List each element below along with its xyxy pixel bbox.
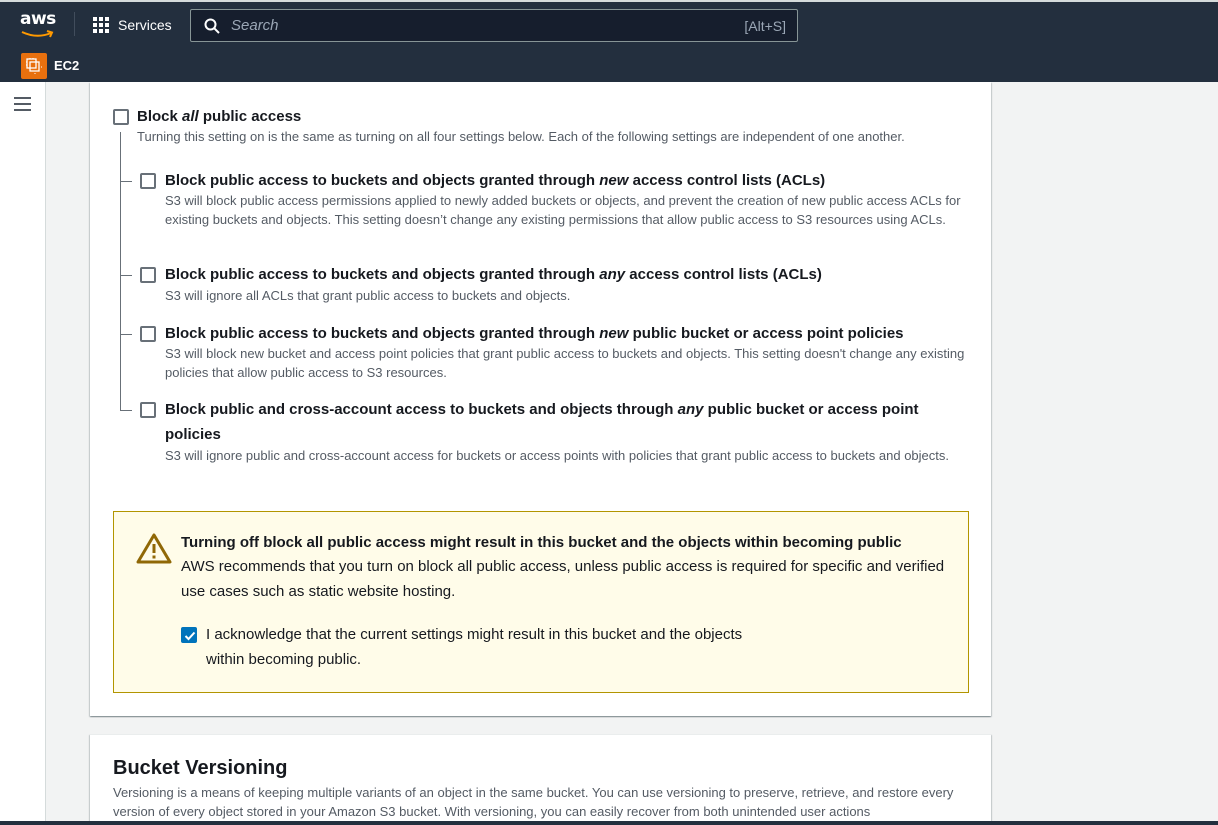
tree-connector-branch (120, 334, 132, 335)
aws-logo-text: aws (20, 9, 56, 29)
block-all-public-access-description: Turning this setting on is the same as t… (137, 129, 905, 144)
block-new-policies-title: Block public access to buckets and objec… (165, 325, 904, 342)
nav-separator (74, 12, 75, 36)
services-menu-button[interactable]: Services (93, 14, 172, 36)
block-all-public-access-title: Block all public access (137, 108, 302, 125)
top-nav-service-row: EC2 (0, 50, 1218, 82)
block-any-acls-checkbox[interactable] (140, 267, 156, 283)
top-nav-primary-row: aws Services [Alt+S] (0, 2, 1218, 48)
block-new-acls-description: S3 will block public access permissions … (165, 193, 961, 227)
bucket-versioning-panel: Bucket Versioning Versioning is a means … (90, 734, 991, 825)
menu-toggle-icon[interactable] (14, 97, 31, 111)
search-shortcut-hint: [Alt+S] (744, 18, 786, 34)
block-public-access-panel: Block all public access Turning this set… (90, 82, 991, 716)
search-input[interactable] (231, 14, 711, 37)
top-navigation: aws Services [Alt+S] (0, 0, 1218, 82)
apps-grid-icon (93, 17, 109, 33)
acknowledge-checkbox[interactable] (181, 627, 197, 643)
aws-smile-icon (21, 30, 54, 38)
acknowledge-label[interactable]: I acknowledge that the current settings … (206, 622, 766, 672)
block-any-acls-description: S3 will ignore all ACLs that grant publi… (165, 288, 571, 303)
services-label: Services (118, 17, 172, 33)
bottom-bar (0, 821, 1218, 825)
tree-connector-branch (120, 181, 132, 182)
search-bar[interactable]: [Alt+S] (190, 9, 798, 42)
block-any-policies-description: S3 will ignore public and cross-account … (165, 448, 950, 463)
block-new-acls-title: Block public access to buckets and objec… (165, 172, 826, 189)
warning-icon (136, 533, 172, 564)
bucket-versioning-heading: Bucket Versioning (113, 757, 288, 779)
tree-connector-branch (120, 275, 132, 276)
block-new-policies-description: S3 will block new bucket and access poin… (165, 346, 965, 380)
block-new-acls-checkbox[interactable] (140, 173, 156, 189)
aws-logo[interactable]: aws (20, 9, 56, 39)
side-navigation (0, 82, 46, 825)
block-new-policies-checkbox[interactable] (140, 326, 156, 342)
warning-body: AWS recommends that you turn on block al… (181, 558, 945, 600)
block-any-policies-checkbox[interactable] (140, 402, 156, 418)
tree-connector-branch (120, 410, 132, 411)
ec2-service-icon[interactable] (21, 53, 47, 79)
block-any-policies-title: Block public and cross-account access to… (165, 401, 919, 443)
warning-title: Turning off block all public access migh… (181, 534, 902, 551)
ec2-chip-icon (26, 58, 42, 74)
block-all-public-access-checkbox[interactable] (113, 109, 129, 125)
search-icon (204, 18, 220, 34)
bucket-versioning-description: Versioning is a means of keeping multipl… (113, 785, 954, 819)
public-access-warning-alert: Turning off block all public access migh… (113, 511, 969, 693)
tree-connector-vertical (120, 132, 121, 411)
ec2-service-link[interactable]: EC2 (54, 58, 79, 73)
checkmark-icon (184, 631, 196, 641)
block-any-acls-title: Block public access to buckets and objec… (165, 266, 822, 283)
